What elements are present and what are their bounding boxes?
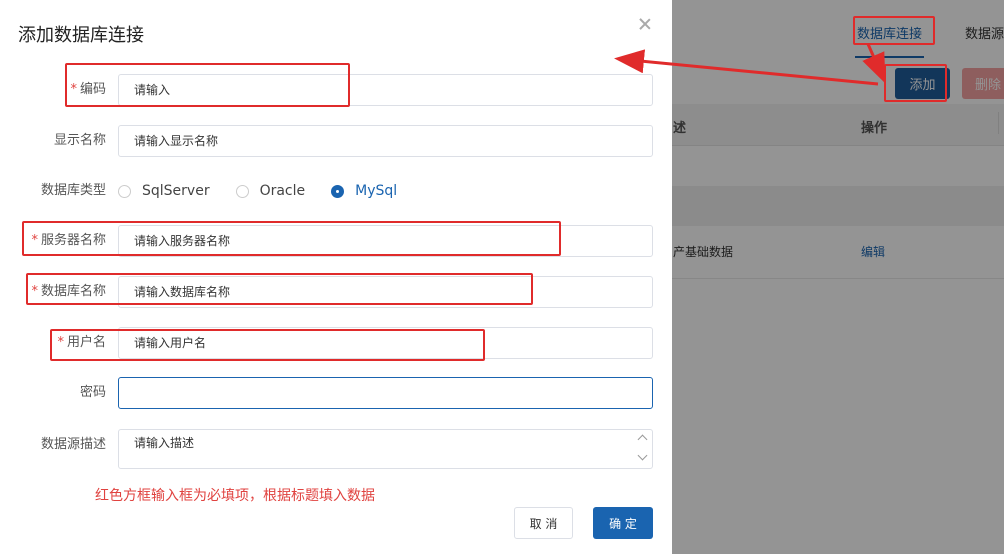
annotation-box-database-name [26, 273, 533, 305]
password-input[interactable] [118, 377, 653, 409]
display-name-label: 显示名称 [53, 133, 106, 148]
radio-oracle[interactable]: Oracle [235, 183, 306, 199]
radio-circle-oracle [235, 184, 249, 198]
radio-label-sqlserver: SqlServer [142, 183, 210, 199]
db-type-radio-group: SqlServer Oracle MySql [118, 175, 423, 207]
annotation-box-add [884, 64, 947, 102]
display-name-input[interactable]: 请输入显示名称 [118, 125, 653, 157]
radio-label-oracle: Oracle [259, 183, 306, 199]
form-row-db-type: 数据库类型 SqlServer Oracle MySql [0, 175, 672, 207]
scroll-up-icon[interactable] [637, 433, 649, 443]
radio-circle-mysql [331, 184, 345, 198]
annotation-box-server-name [22, 221, 561, 256]
radio-circle-sqlserver [118, 184, 131, 198]
radio-mysql[interactable]: MySql [331, 183, 397, 199]
close-icon[interactable] [637, 17, 653, 33]
db-type-label: 数据库类型 [40, 183, 106, 198]
cancel-button[interactable]: 取 消 [514, 507, 573, 539]
confirm-button[interactable]: 确 定 [593, 507, 653, 539]
annotation-box-code [65, 63, 350, 107]
description-textarea[interactable]: 请输入描述 [118, 429, 653, 469]
radio-label-mysql: MySql [355, 183, 398, 199]
form-row-display-name: 显示名称 请输入显示名称 [0, 125, 672, 157]
description-label: 数据源描述 [40, 437, 106, 452]
password-label: 密码 [79, 385, 106, 400]
scroll-down-icon[interactable] [637, 452, 649, 462]
annotation-note: 红色方框输入框为必填项，根据标题填入数据 [95, 488, 375, 504]
annotation-box-tab [853, 16, 935, 45]
dialog-title: 添加数据库连接 [18, 25, 144, 46]
radio-sqlserver[interactable]: SqlServer [118, 183, 210, 199]
form-row-password: 密码 [0, 377, 672, 409]
annotation-box-username [50, 329, 485, 361]
